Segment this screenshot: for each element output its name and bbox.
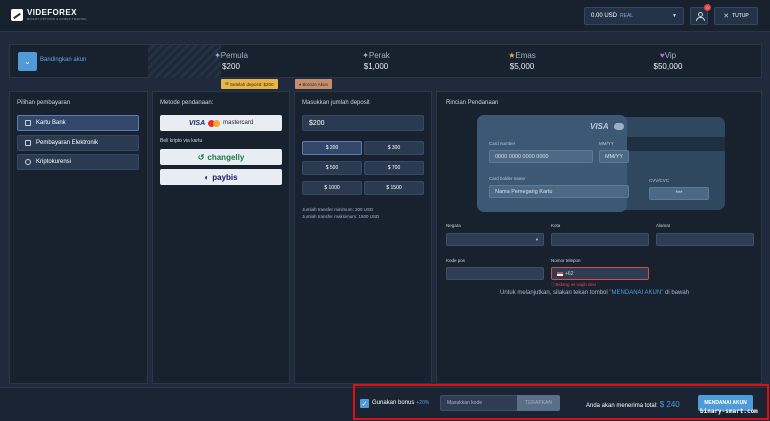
- close-label: TUTUP: [732, 13, 749, 19]
- tier-silver: ✦Perak $1,000: [336, 51, 416, 71]
- city-input[interactable]: [551, 233, 649, 246]
- changelly-logo: changelly: [207, 152, 245, 162]
- logo-subtitle: BINARY OPTIONS & FOREX TRADING: [27, 17, 87, 21]
- star-icon: ✦: [362, 51, 369, 60]
- close-icon: ✕: [723, 13, 730, 20]
- amount-button-300[interactable]: $ 300: [364, 141, 424, 155]
- logo-icon: [11, 9, 23, 21]
- tier-vip: ♥Vip $50,000: [628, 51, 708, 71]
- phone-code: +62: [565, 270, 574, 277]
- method-changelly[interactable]: ↺ changelly: [160, 149, 282, 165]
- cvv-input[interactable]: ***: [649, 187, 709, 200]
- card-chip-icon: [614, 123, 624, 130]
- user-icon: [695, 12, 705, 21]
- address-input[interactable]: [656, 233, 754, 246]
- card-visa-logo: VISA: [590, 122, 609, 131]
- watermark: binary-smart.com: [700, 408, 758, 415]
- payment-item-e-payment[interactable]: Pembayaran Elektronik: [17, 135, 139, 151]
- logo-name: VIDEFOREX: [27, 8, 77, 17]
- address-label: Alamat: [656, 223, 671, 228]
- wallet-icon: [25, 140, 31, 146]
- notification-badge: 0: [704, 4, 711, 11]
- tier-price: $1,000: [363, 62, 389, 71]
- method-paybis[interactable]: ◐ paybis: [160, 169, 282, 185]
- funding-method-panel: Metode pendanaan: VISA mastercard Beli k…: [152, 91, 290, 384]
- continue-hint: Untuk melanjutkan, silakan tekan tombol …: [500, 290, 690, 296]
- phone-input[interactable]: +62: [551, 267, 649, 280]
- chevron-down-icon: ▼: [535, 237, 539, 242]
- mastercard-icon: [208, 119, 221, 127]
- expiry-input[interactable]: MM/YY: [599, 150, 629, 163]
- phone-error: ⓘBidang ini wajib diisi: [551, 282, 596, 287]
- min-transfer: Jumlah transfer minimum: 200 USD: [302, 207, 374, 212]
- card-number-label: Card number: [489, 141, 516, 146]
- zip-label: Kode pos: [446, 258, 466, 263]
- mastercard-logo: mastercard: [223, 120, 254, 126]
- paybis-icon: ◐: [204, 172, 210, 182]
- amount-button-200[interactable]: $ 200: [302, 141, 362, 155]
- amount-button-1500[interactable]: $ 1500: [364, 181, 424, 195]
- bronze-badge: ♦ Bronze Akun: [295, 79, 333, 89]
- card-holder-input[interactable]: Nama Pemegang Kartu: [489, 185, 629, 198]
- tier-price: $200: [222, 62, 240, 71]
- tier-name: Pemula: [220, 51, 248, 60]
- max-transfer: Jumlah transfer maksimum: 1500 USD: [302, 214, 380, 219]
- funding-details-panel: Rincian Pendanaan VISA Card number 0000 …: [436, 91, 762, 384]
- balance-amount: 0.00 USD: [591, 13, 618, 19]
- logo[interactable]: VIDEFOREX BINARY OPTIONS & FOREX TRADING: [11, 9, 87, 21]
- method-visa-mastercard[interactable]: VISA mastercard: [160, 115, 282, 131]
- tier-price: $5,000: [509, 62, 535, 71]
- country-select[interactable]: ▼: [446, 233, 544, 246]
- card-number-input[interactable]: 0000 0000 0000 0000: [489, 150, 593, 163]
- paybis-logo: paybis: [212, 172, 238, 182]
- card-holder-label: Card holder name: [489, 176, 526, 181]
- visa-logo: VISA: [188, 119, 206, 127]
- compare-label[interactable]: Bandingkan akun: [40, 57, 86, 63]
- phone-label: Nomor telepon: [551, 258, 581, 263]
- indonesia-flag-icon: [557, 271, 563, 276]
- card-icon: [25, 120, 31, 126]
- tier-name: Perak: [368, 51, 390, 60]
- transfer-limits: Jumlah transfer minimum: 200 USD Jumlah …: [302, 206, 379, 220]
- city-label: Kota: [551, 223, 561, 228]
- amount-button-500[interactable]: $ 500: [302, 161, 362, 175]
- cvv-label: CVV/CVC: [649, 178, 670, 183]
- country-label: Negara: [446, 223, 461, 228]
- chevron-down-icon: ⌄: [24, 57, 31, 66]
- zip-input[interactable]: [446, 267, 544, 280]
- bitcoin-icon: [25, 159, 31, 165]
- deposit-amount-title: Masukkan jumlah deposit: [302, 100, 370, 106]
- star-icon: ✦: [214, 51, 221, 60]
- amount-button-1000[interactable]: $ 1000: [302, 181, 362, 195]
- account-comparison: ⌄ Bandingkan akun ✦Pemula $200 ✦Perak $1…: [9, 44, 762, 78]
- amount-button-700[interactable]: $ 700: [364, 161, 424, 175]
- tier-beginner: ✦Pemula $200: [191, 51, 271, 71]
- balance-type: REAL: [620, 13, 634, 19]
- chevron-down-icon: ▼: [672, 13, 677, 19]
- crypto-label: Beli kripto via kartu: [160, 138, 203, 144]
- compare-toggle-button[interactable]: ⌄: [18, 52, 37, 71]
- funding-details-title: Rincian Pendanaan: [446, 100, 499, 106]
- tier-price: $50,000: [653, 62, 683, 71]
- deposit-amount-panel: Masukkan jumlah deposit $200 $ 200 $ 300…: [294, 91, 432, 384]
- tier-name: Vip: [664, 51, 677, 60]
- top-bar: VIDEFOREX BINARY OPTIONS & FOREX TRADING…: [0, 0, 770, 32]
- payment-item-crypto[interactable]: Kriptokurensi: [17, 154, 139, 170]
- funding-method-title: Metode pendanaan:: [160, 100, 214, 106]
- payment-options-title: Pilihan pembayaran: [17, 100, 71, 106]
- changelly-icon: ↺: [197, 152, 205, 162]
- payment-item-bank-card[interactable]: Kartu Bank: [17, 115, 139, 131]
- tier-name: Emas: [515, 51, 536, 60]
- expiry-label: MM/YY: [599, 141, 614, 146]
- tier-gold: ★Emas $5,000: [482, 51, 562, 71]
- after-deposit-badge: ⊖ Setelah deposit: $200: [221, 79, 278, 89]
- payment-options-panel: Pilihan pembayaran Kartu Bank Pembayaran…: [9, 91, 148, 384]
- balance-select[interactable]: 0.00 USD REAL ▼: [584, 7, 684, 25]
- close-button[interactable]: ✕ TUTUP: [714, 7, 758, 25]
- deposit-amount-input[interactable]: $200: [302, 115, 424, 131]
